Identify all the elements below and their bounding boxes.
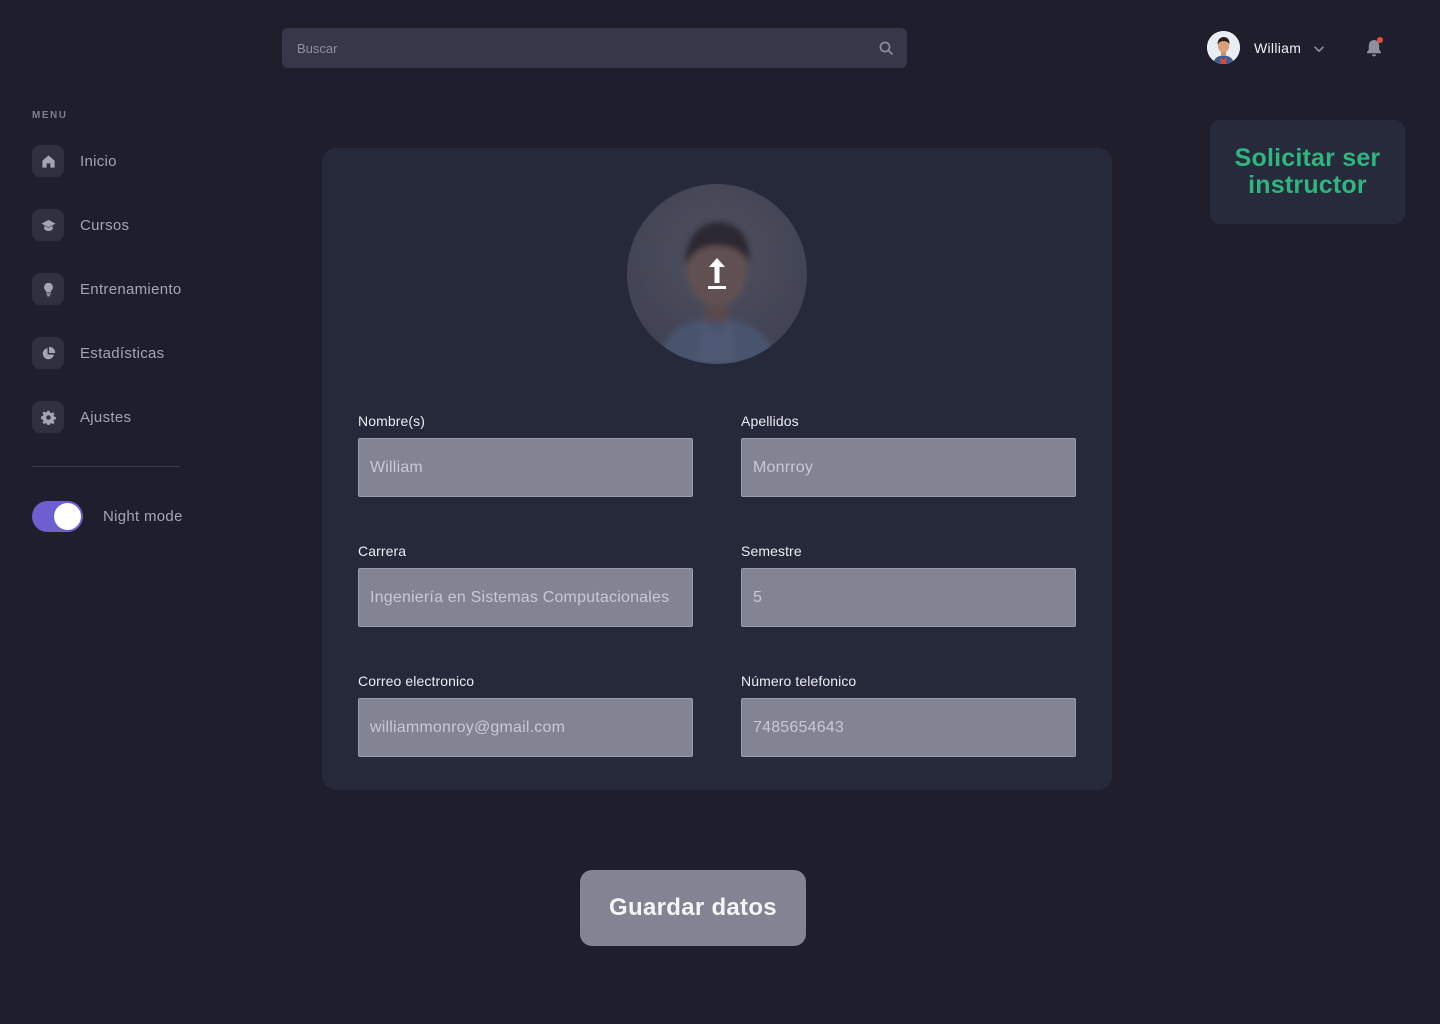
notification-dot	[1377, 37, 1383, 43]
gear-icon	[32, 401, 64, 433]
search-input[interactable]	[282, 28, 907, 68]
sidebar-divider	[32, 466, 180, 467]
profile-page: MENU Inicio Cursos Entrenamiento Estadís…	[0, 0, 1440, 1024]
notification-bell-icon[interactable]	[1365, 37, 1383, 58]
sidebar-nav: Inicio Cursos Entrenamiento Estadísticas…	[32, 145, 232, 465]
phone-input[interactable]	[741, 698, 1076, 757]
semester-label: Semestre	[741, 543, 802, 559]
request-instructor-label: Solicitar ser instructor	[1234, 144, 1381, 199]
last-name-field: Apellidos	[741, 412, 1076, 497]
upload-icon	[703, 256, 731, 292]
sidebar-item-inicio[interactable]: Inicio	[32, 145, 232, 177]
sidebar-item-label: Estadísticas	[80, 344, 165, 362]
email-field: Correo electronico	[358, 672, 693, 757]
chevron-down-icon	[1313, 42, 1325, 54]
sidebar-item-label: Ajustes	[80, 408, 132, 426]
graduation-cap-icon	[32, 209, 64, 241]
search-bar	[282, 28, 907, 68]
semester-input[interactable]	[741, 568, 1076, 627]
sidebar-item-estadisticas[interactable]: Estadísticas	[32, 337, 232, 369]
first-name-field: Nombre(s)	[358, 412, 693, 497]
sidebar-item-label: Inicio	[80, 152, 117, 170]
career-field: Carrera	[358, 542, 693, 627]
toggle-knob	[54, 503, 81, 530]
first-name-label: Nombre(s)	[358, 413, 426, 429]
home-icon	[32, 145, 64, 177]
sidebar-item-cursos[interactable]: Cursos	[32, 209, 232, 241]
night-mode-label: Night mode	[103, 508, 183, 525]
save-button[interactable]: Guardar datos	[580, 870, 806, 946]
profile-photo-upload[interactable]	[627, 184, 807, 364]
avatar	[1207, 31, 1240, 64]
career-label: Carrera	[358, 543, 407, 559]
user-menu[interactable]: William	[1207, 31, 1325, 64]
sidebar-item-label: Entrenamiento	[80, 280, 182, 298]
phone-label: Número telefonico	[741, 673, 857, 689]
sidebar-item-label: Cursos	[80, 216, 130, 234]
email-input[interactable]	[358, 698, 693, 757]
email-label: Correo electronico	[358, 673, 475, 689]
sidebar-item-entrenamiento[interactable]: Entrenamiento	[32, 273, 232, 305]
sidebar-item-ajustes[interactable]: Ajustes	[32, 401, 232, 433]
request-instructor-button[interactable]: Solicitar ser instructor	[1210, 120, 1405, 224]
lightbulb-icon	[32, 273, 64, 305]
semester-field: Semestre	[741, 542, 1076, 627]
menu-heading: MENU	[32, 110, 68, 121]
search-icon[interactable]	[879, 41, 893, 55]
last-name-input[interactable]	[741, 438, 1076, 497]
profile-form-card: Nombre(s) Apellidos Carrera Semestre Cor…	[322, 148, 1112, 790]
pie-chart-icon	[32, 337, 64, 369]
night-mode-toggle[interactable]	[32, 501, 83, 532]
first-name-input[interactable]	[358, 438, 693, 497]
user-name: William	[1254, 39, 1302, 56]
last-name-label: Apellidos	[741, 413, 799, 429]
phone-field: Número telefonico	[741, 672, 1076, 757]
career-input[interactable]	[358, 568, 693, 627]
night-mode-row: Night mode	[32, 501, 183, 532]
